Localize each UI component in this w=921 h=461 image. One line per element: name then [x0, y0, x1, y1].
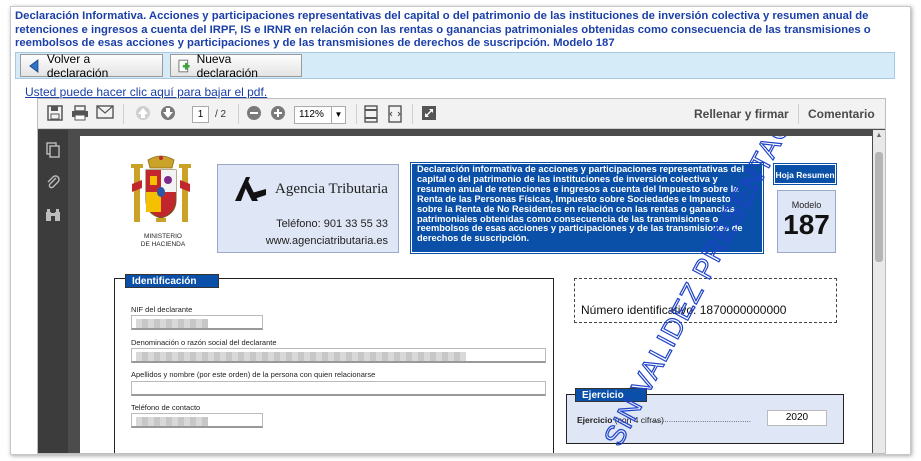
redacted-value	[136, 352, 466, 361]
zoom-in-icon[interactable]	[269, 105, 287, 123]
redacted-value	[136, 319, 208, 328]
zoom-out-icon[interactable]	[245, 105, 263, 123]
back-arrow-icon	[29, 58, 39, 73]
ejercicio-title: Ejercicio	[575, 388, 647, 402]
denominacion-label: Denominación o razón social del declaran…	[131, 338, 277, 347]
agency-website: www.agenciatributaria.es	[265, 235, 388, 247]
save-icon[interactable]	[46, 105, 64, 123]
denominacion-field[interactable]	[131, 348, 546, 363]
fit-width-icon[interactable]	[386, 105, 404, 123]
ejercicio-field[interactable]: 2020	[767, 410, 827, 426]
agency-info-box: Agencia Tributaria Teléfono: 901 33 55 3…	[217, 164, 399, 253]
ejercicio-dots: ........................................…	[651, 415, 751, 424]
numero-identificativo-box: Número identificativo: 1870000000000	[574, 278, 837, 323]
email-icon[interactable]	[96, 105, 114, 123]
download-pdf-link[interactable]: Usted puede hacer clic aquí para bajar e…	[25, 85, 267, 99]
attachment-icon[interactable]	[45, 174, 61, 190]
pdf-scrollbar[interactable]: ▲	[873, 130, 885, 453]
modelo-box: Modelo 187	[777, 190, 836, 253]
agency-phone: Teléfono: 901 33 55 33	[276, 218, 388, 230]
telefono-label: Teléfono de contacto	[131, 403, 201, 412]
page-total: / 2	[215, 109, 227, 120]
fill-and-sign-button[interactable]: Rellenar y firmar	[694, 107, 789, 121]
form-description: Declaración informativa de acciones y pa…	[410, 162, 764, 254]
pages-icon[interactable]	[45, 142, 61, 158]
zoom-select[interactable]: 112% ▼	[294, 106, 346, 124]
redacted-value	[136, 417, 208, 426]
identificacion-section: Identificación NIF del declarante Denomi…	[114, 274, 554, 453]
persona-contacto-field[interactable]	[131, 381, 546, 396]
toolbar-divider	[412, 104, 413, 124]
coat-of-arms-icon	[131, 155, 191, 222]
back-to-declaration-label: Volver a declaración	[46, 51, 109, 80]
toolbar-divider	[123, 104, 124, 124]
toolbar-divider	[238, 104, 239, 124]
toolbar-divider	[798, 104, 799, 124]
toolbar-divider	[356, 104, 357, 124]
pdf-page: MINISTERIO DE HACIENDA Agencia Tributari…	[80, 136, 872, 453]
numero-identificativo: Número identificativo: 1870000000000	[581, 303, 787, 317]
agencia-tributaria-logo-icon	[235, 177, 266, 201]
print-icon[interactable]	[71, 105, 89, 123]
new-declaration-label: Nueva declaración	[196, 51, 258, 80]
hoja-resumen-badge: Hoja Resumen	[773, 163, 837, 185]
scroll-thumb[interactable]	[875, 152, 883, 262]
next-page-icon[interactable]	[159, 105, 177, 123]
zoom-value: 112%	[299, 109, 324, 120]
pdf-toolbar: 1 / 2 112% ▼ Rellenar y firmar Comentari…	[38, 99, 885, 129]
modelo-number: 187	[783, 209, 830, 240]
telefono-field[interactable]	[131, 413, 263, 428]
fit-page-icon[interactable]	[362, 105, 380, 123]
fullscreen-icon[interactable]	[420, 105, 438, 123]
persona-contacto-label: Apellidos y nombre (por este orden) de l…	[131, 370, 376, 379]
pdf-sidebar	[38, 130, 68, 453]
identificacion-title: Identificación	[125, 274, 219, 288]
back-to-declaration-button[interactable]: Volver a declaración	[20, 51, 163, 80]
pdf-viewer: 1 / 2 112% ▼ Rellenar y firmar Comentari…	[37, 98, 886, 454]
nif-label: NIF del declarante	[131, 305, 193, 314]
new-document-icon	[178, 59, 190, 72]
search-binoculars-icon[interactable]	[45, 208, 61, 224]
browser-frame: Declaración Informativa. Acciones y part…	[10, 6, 911, 455]
ejercicio-label-main: Ejercicio	[577, 415, 613, 425]
chevron-down-icon: ▼	[331, 107, 345, 123]
nif-field[interactable]	[131, 315, 263, 330]
ministry-name: MINISTERIO DE HACIENDA	[140, 233, 186, 248]
page-number-input[interactable]: 1	[192, 106, 209, 123]
ejercicio-section: Ejercicio Ejercicio (con 4 cifras) .....…	[566, 388, 844, 444]
agency-name: Agencia Tributaria	[275, 181, 388, 197]
page-title: Declaración Informativa. Acciones y part…	[15, 10, 871, 50]
scroll-up-icon[interactable]: ▲	[874, 132, 884, 139]
previous-page-icon[interactable]	[134, 105, 152, 123]
new-declaration-button[interactable]: Nueva declaración	[170, 51, 302, 80]
comment-button[interactable]: Comentario	[808, 107, 875, 121]
action-toolbar: Volver a declaración Nueva declaración	[15, 51, 895, 80]
